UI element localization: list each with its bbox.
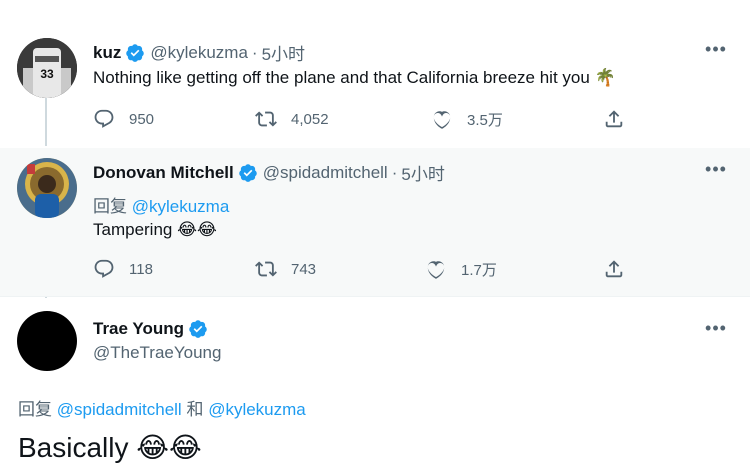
- avatar[interactable]: 33: [17, 38, 77, 98]
- svg-text:33: 33: [40, 67, 54, 81]
- tweet-trae-young[interactable]: Trae Young @TheTraeYoung ••• 回复 @spidadm…: [0, 296, 750, 471]
- timestamp[interactable]: 5小时: [262, 40, 305, 65]
- laughing-emoji: 😂😂: [136, 431, 202, 464]
- reply-mention-2[interactable]: @kylekuzma: [208, 400, 306, 419]
- reply-joiner: 和: [186, 400, 204, 419]
- tweet-header-handle: @TheTraeYoung: [93, 343, 221, 363]
- share-button[interactable]: [603, 108, 639, 130]
- reply-prefix: 回复: [93, 197, 127, 216]
- reply-mention-1[interactable]: @spidadmitchell: [57, 400, 182, 419]
- display-name[interactable]: Trae Young: [93, 319, 184, 339]
- like-button[interactable]: 3.5万: [431, 108, 503, 130]
- retweet-count: 743: [291, 260, 317, 278]
- tweet-text: Nothing like getting off the plane and t…: [93, 68, 616, 88]
- avatar-image: 33: [17, 38, 77, 98]
- reply-button[interactable]: 118: [93, 258, 153, 280]
- tweet-donovan-mitchell[interactable]: Donovan Mitchell @spidadmitchell · 5小时 •…: [0, 148, 750, 296]
- more-icon[interactable]: •••: [704, 319, 728, 343]
- retweet-icon: [255, 261, 277, 277]
- like-count: 1.7万: [461, 261, 497, 279]
- retweet-icon: [255, 111, 277, 127]
- tweet-header: Donovan Mitchell @spidadmitchell · 5小时: [93, 160, 445, 185]
- display-name[interactable]: Donovan Mitchell: [93, 163, 234, 183]
- reply-mention[interactable]: @kylekuzma: [132, 197, 230, 216]
- heart-icon: [427, 261, 445, 279]
- laughing-emoji: 😂😂: [177, 220, 217, 240]
- share-icon: [605, 110, 623, 128]
- user-handle[interactable]: @TheTraeYoung: [93, 343, 221, 363]
- tweet-text-body: Basically: [18, 432, 129, 463]
- tweet-text: Tampering 😂😂: [93, 220, 217, 240]
- retweet-button[interactable]: 743: [255, 258, 316, 280]
- user-handle[interactable]: @kylekuzma: [150, 43, 248, 63]
- reply-count: 950: [129, 110, 155, 128]
- tweet-text-body: Nothing like getting off the plane and t…: [93, 68, 590, 87]
- heart-icon: [433, 111, 451, 129]
- reply-count: 118: [129, 260, 153, 278]
- timestamp[interactable]: 5小时: [401, 160, 444, 185]
- avatar-image: [17, 158, 77, 218]
- separator-dot: ·: [251, 42, 258, 62]
- like-button[interactable]: 1.7万: [425, 258, 497, 280]
- avatar[interactable]: [17, 311, 77, 371]
- share-button[interactable]: [603, 258, 639, 280]
- separator-dot: ·: [391, 162, 398, 182]
- tweet-header: kuz @kylekuzma · 5小时: [93, 40, 305, 65]
- reply-button[interactable]: 950: [93, 108, 154, 130]
- tweet-text: Basically 😂😂: [18, 431, 202, 464]
- tweet-actions: 950 4,052 3.5万: [93, 108, 633, 132]
- palm-tree-emoji: 🌴: [594, 68, 616, 88]
- avatar[interactable]: [17, 158, 77, 218]
- more-icon[interactable]: •••: [704, 160, 728, 184]
- share-icon: [605, 260, 623, 278]
- tweet-header-name: Trae Young: [93, 319, 213, 339]
- previous-content-cutoff: [0, 0, 750, 10]
- reply-context: 回复 @spidadmitchell 和 @kylekuzma: [18, 395, 306, 420]
- verified-badge-icon: [126, 43, 145, 62]
- user-handle[interactable]: @spidadmitchell: [263, 163, 388, 183]
- verified-badge-icon: [189, 320, 207, 338]
- reply-icon: [94, 109, 114, 128]
- reply-context: 回复 @kylekuzma: [93, 192, 229, 217]
- verified-badge-icon: [238, 163, 257, 182]
- retweet-button[interactable]: 4,052: [255, 108, 329, 130]
- more-icon[interactable]: •••: [704, 40, 728, 64]
- tweet-actions: 118 743 1.7万: [93, 258, 633, 282]
- retweet-count: 4,052: [291, 110, 329, 128]
- tweet-kuz[interactable]: 33 kuz @kylekuzma · 5小时 ••• Nothing like…: [0, 28, 750, 148]
- tweet-text-body: Tampering: [93, 220, 173, 239]
- like-count: 3.5万: [467, 111, 503, 129]
- reply-prefix: 回复: [18, 400, 52, 419]
- display-name[interactable]: kuz: [93, 43, 121, 63]
- reply-icon: [94, 259, 114, 278]
